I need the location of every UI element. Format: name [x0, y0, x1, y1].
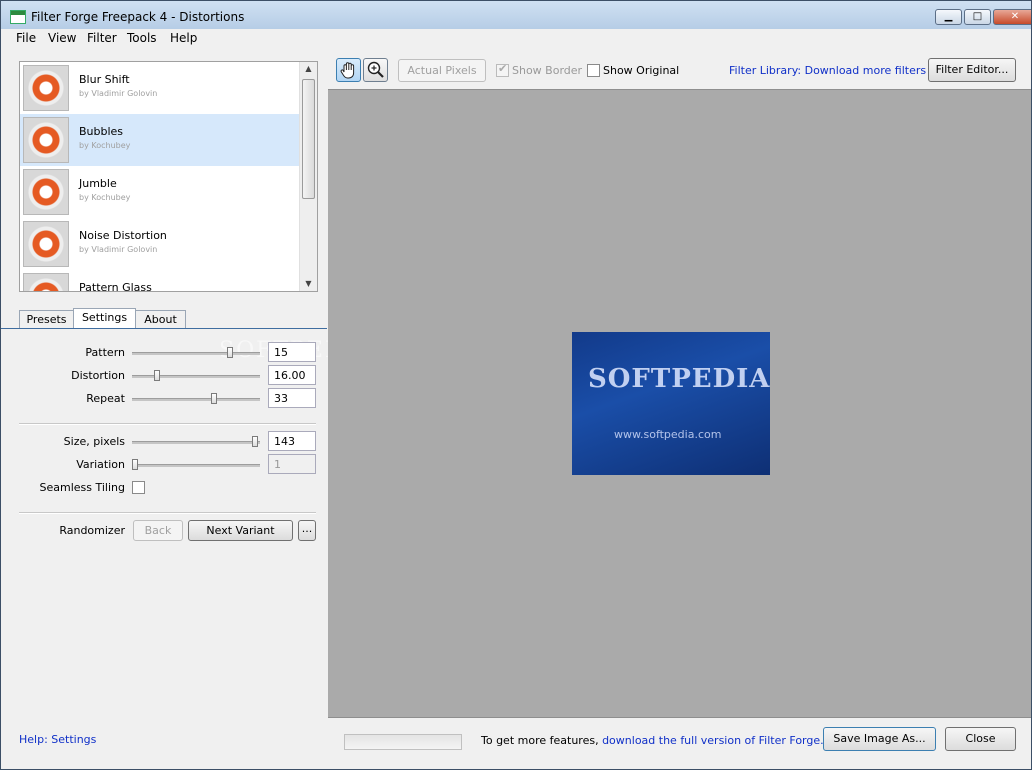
list-item[interactable]: Pattern Glass: [20, 270, 299, 292]
hand-icon: [340, 62, 355, 79]
preview-canvas[interactable]: SOFTPEDIA www.softpedia.com: [328, 89, 1031, 718]
filter-name: Jumble: [79, 177, 117, 190]
slider-thumb[interactable]: [227, 347, 234, 358]
close-window-button[interactable]: ✕: [993, 9, 1031, 25]
scroll-down-arrow-icon[interactable]: ▼: [300, 277, 317, 291]
filter-name: Bubbles: [79, 125, 124, 138]
separator: [19, 512, 316, 514]
variation-label: Variation: [76, 458, 125, 471]
filter-author: by Kochubey: [79, 141, 131, 150]
left-panel: Blur Shift by Vladimir Golovin Bubbles b…: [1, 48, 371, 769]
status-footer: To get more features, download the full …: [328, 717, 1031, 769]
repeat-label: Repeat: [86, 392, 125, 405]
back-button[interactable]: Back: [133, 520, 183, 541]
pattern-label: Pattern: [85, 346, 125, 359]
randomizer-label: Randomizer: [59, 524, 125, 537]
preview-toolbar: Actual Pixels ✔ Show Border Show Origina…: [328, 48, 1031, 88]
list-item[interactable]: Blur Shift by Vladimir Golovin: [20, 62, 299, 114]
seamless-tiling-checkbox[interactable]: [132, 481, 145, 494]
repeat-slider[interactable]: [132, 393, 260, 404]
distortion-slider[interactable]: [132, 370, 260, 381]
filter-name: Noise Distortion: [79, 229, 167, 242]
filter-author: by Kochubey: [79, 193, 131, 202]
variation-slider[interactable]: [132, 459, 260, 470]
main-window: Filter Forge Freepack 4 - Distortions ▁ …: [0, 0, 1032, 770]
help-settings-link[interactable]: Help: Settings: [19, 733, 96, 746]
filter-thumbnail: [23, 221, 69, 267]
preview-panel: Actual Pixels ✔ Show Border Show Origina…: [328, 48, 1031, 769]
filter-name: Pattern Glass: [79, 281, 152, 292]
maximize-button[interactable]: □: [964, 9, 991, 25]
show-border-label: Show Border: [512, 64, 583, 77]
filter-thumbnail: [23, 273, 69, 291]
title-bar[interactable]: Filter Forge Freepack 4 - Distortions ▁ …: [1, 1, 1031, 29]
tab-settings[interactable]: Settings: [73, 308, 136, 329]
footer-prefix: To get more features,: [481, 734, 603, 747]
progress-bar: [344, 734, 462, 750]
size-label: Size, pixels: [63, 435, 125, 448]
filter-editor-button[interactable]: Filter Editor...: [928, 58, 1016, 82]
window-title: Filter Forge Freepack 4 - Distortions: [31, 10, 245, 24]
menu-bar: File View Filter Tools Help: [1, 29, 1031, 48]
slider-thumb[interactable]: [251, 436, 258, 447]
hand-tool-button[interactable]: [336, 58, 361, 82]
scroll-thumb[interactable]: [302, 79, 315, 199]
list-item[interactable]: Noise Distortion by Vladimir Golovin: [20, 218, 299, 270]
size-field[interactable]: 143: [268, 431, 316, 451]
seamless-tiling-label: Seamless Tiling: [39, 481, 126, 494]
show-original-label: Show Original: [603, 64, 680, 77]
scroll-up-arrow-icon[interactable]: ▲: [300, 62, 317, 76]
show-original-checkbox[interactable]: [587, 64, 600, 77]
menu-view[interactable]: View: [48, 31, 76, 45]
filter-thumbnail: [23, 169, 69, 215]
download-full-version-link[interactable]: download the full version of Filter Forg…: [602, 734, 824, 747]
menu-filter[interactable]: Filter: [87, 31, 117, 45]
filter-author: by Vladimir Golovin: [79, 89, 158, 98]
filter-name: Blur Shift: [79, 73, 130, 86]
minimize-button[interactable]: ▁: [935, 9, 962, 25]
size-slider[interactable]: [132, 436, 260, 447]
filter-list[interactable]: Blur Shift by Vladimir Golovin Bubbles b…: [19, 61, 318, 292]
filter-thumbnail: [23, 117, 69, 163]
randomizer-more-button[interactable]: ...: [298, 520, 316, 541]
list-scrollbar[interactable]: ▲ ▼: [299, 62, 317, 291]
tab-about[interactable]: About: [135, 310, 186, 328]
distortion-field[interactable]: 16.00: [268, 365, 316, 385]
save-image-as-button[interactable]: Save Image As...: [823, 727, 936, 751]
distortion-label: Distortion: [71, 369, 125, 382]
pattern-field[interactable]: 15: [268, 342, 316, 362]
checkmark-icon: ✔: [498, 62, 508, 75]
filter-library-link[interactable]: Filter Library: Download more filters: [729, 64, 926, 77]
tab-presets[interactable]: Presets: [19, 310, 74, 328]
separator: [19, 423, 316, 425]
preview-image-text: SOFTPEDIA: [588, 364, 770, 394]
filter-author: by Vladimir Golovin: [79, 245, 158, 254]
list-item[interactable]: Jumble by Kochubey: [20, 166, 299, 218]
menu-tools[interactable]: Tools: [127, 31, 157, 45]
preview-image-subtext: www.softpedia.com: [614, 428, 722, 441]
close-button[interactable]: Close: [945, 727, 1016, 751]
next-variant-button[interactable]: Next Variant: [188, 520, 293, 541]
app-icon: [10, 10, 26, 24]
variation-field[interactable]: 1: [268, 454, 316, 474]
menu-help[interactable]: Help: [170, 31, 197, 45]
actual-pixels-button[interactable]: Actual Pixels: [398, 59, 486, 82]
repeat-field[interactable]: 33: [268, 388, 316, 408]
pattern-slider[interactable]: [132, 347, 260, 358]
zoom-tool-button[interactable]: [363, 58, 388, 82]
slider-thumb[interactable]: [132, 459, 138, 470]
footer-text: To get more features, download the full …: [481, 734, 824, 747]
list-item-selected[interactable]: Bubbles by Kochubey: [20, 114, 299, 166]
zoom-in-icon: [367, 61, 384, 78]
slider-thumb[interactable]: [153, 370, 160, 381]
slider-thumb[interactable]: [211, 393, 218, 404]
tab-divider: [1, 328, 327, 329]
preview-image: SOFTPEDIA www.softpedia.com: [572, 332, 770, 475]
filter-thumbnail: [23, 65, 69, 111]
show-border-checkbox[interactable]: ✔: [496, 62, 509, 77]
menu-file[interactable]: File: [16, 31, 36, 45]
